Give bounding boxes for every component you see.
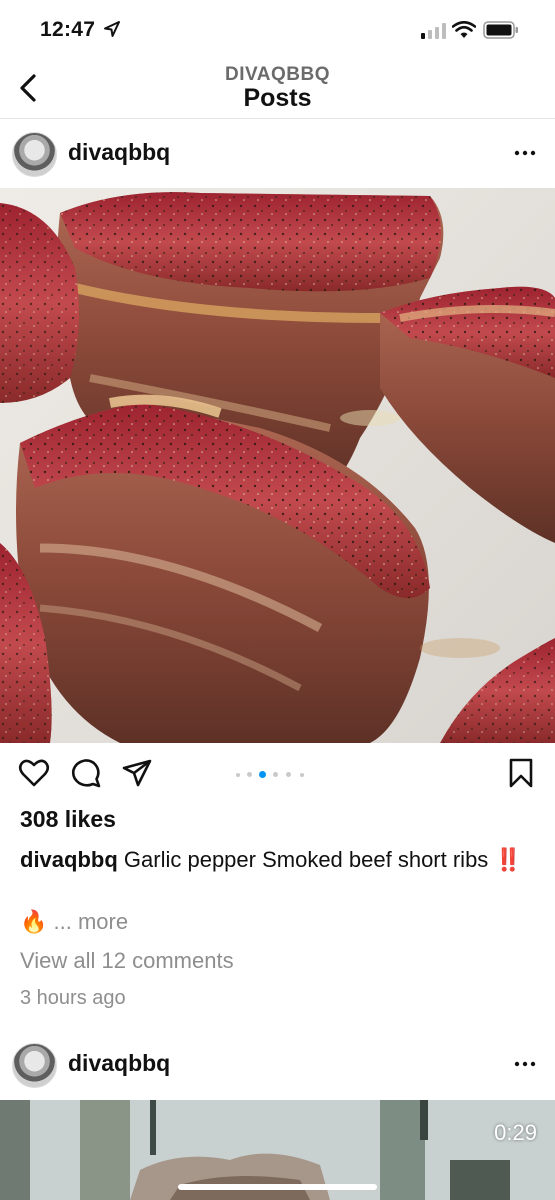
- caption-text: Garlic pepper Smoked beef short ribs: [123, 847, 489, 872]
- heart-icon[interactable]: [18, 757, 50, 789]
- carousel-dot: [247, 772, 252, 777]
- flame-emoji: 🔥: [20, 909, 48, 934]
- signal-icon: [421, 23, 446, 39]
- post-timestamp: 3 hours ago: [20, 987, 126, 1009]
- page-title: Posts: [243, 84, 312, 112]
- caption-emoji: ‼️: [494, 847, 521, 872]
- save-bookmark-icon[interactable]: [505, 757, 537, 789]
- post-username[interactable]: divaqbbq: [68, 139, 170, 166]
- post-header: divaqbbq: [0, 1030, 555, 1100]
- carousel-dot-active: [259, 771, 266, 778]
- view-comments-link[interactable]: View all 12 comments: [20, 948, 234, 974]
- caption-username[interactable]: divaqbbq: [20, 847, 118, 872]
- comment-icon[interactable]: [70, 757, 102, 789]
- home-indicator: [178, 1184, 377, 1190]
- more-link[interactable]: ... more: [54, 909, 129, 934]
- caption-more-line: 🔥 ... more: [20, 909, 128, 935]
- carousel-dot: [273, 772, 278, 777]
- battery-icon: [483, 21, 518, 39]
- wifi-icon: [452, 21, 476, 38]
- post-action-bar: [0, 745, 555, 801]
- post-username[interactable]: divaqbbq: [68, 1050, 170, 1077]
- more-options-icon[interactable]: [513, 1052, 537, 1076]
- more-options-icon[interactable]: [513, 141, 537, 165]
- status-time: 12:47: [40, 18, 96, 41]
- carousel-dot: [236, 773, 240, 777]
- status-bar: 12:47: [0, 0, 555, 60]
- avatar[interactable]: [12, 1043, 57, 1088]
- post-caption: divaqbbq Garlic pepper Smoked beef short…: [20, 844, 535, 875]
- post-photo[interactable]: [0, 188, 555, 743]
- short-ribs-image: [0, 188, 555, 743]
- likes-count[interactable]: 308 likes: [20, 806, 116, 833]
- profile-name-subtitle: DIVAQBBQ: [225, 64, 330, 85]
- video-duration: 0:29: [494, 1120, 537, 1145]
- nav-header: DIVAQBBQ Posts: [0, 60, 555, 119]
- carousel-indicator: [236, 769, 326, 781]
- post-header: divaqbbq: [0, 119, 555, 189]
- location-arrow-icon: [104, 21, 120, 37]
- carousel-dot: [300, 773, 304, 777]
- carousel-dot: [286, 772, 291, 777]
- share-icon[interactable]: [121, 757, 153, 789]
- avatar[interactable]: [12, 132, 57, 177]
